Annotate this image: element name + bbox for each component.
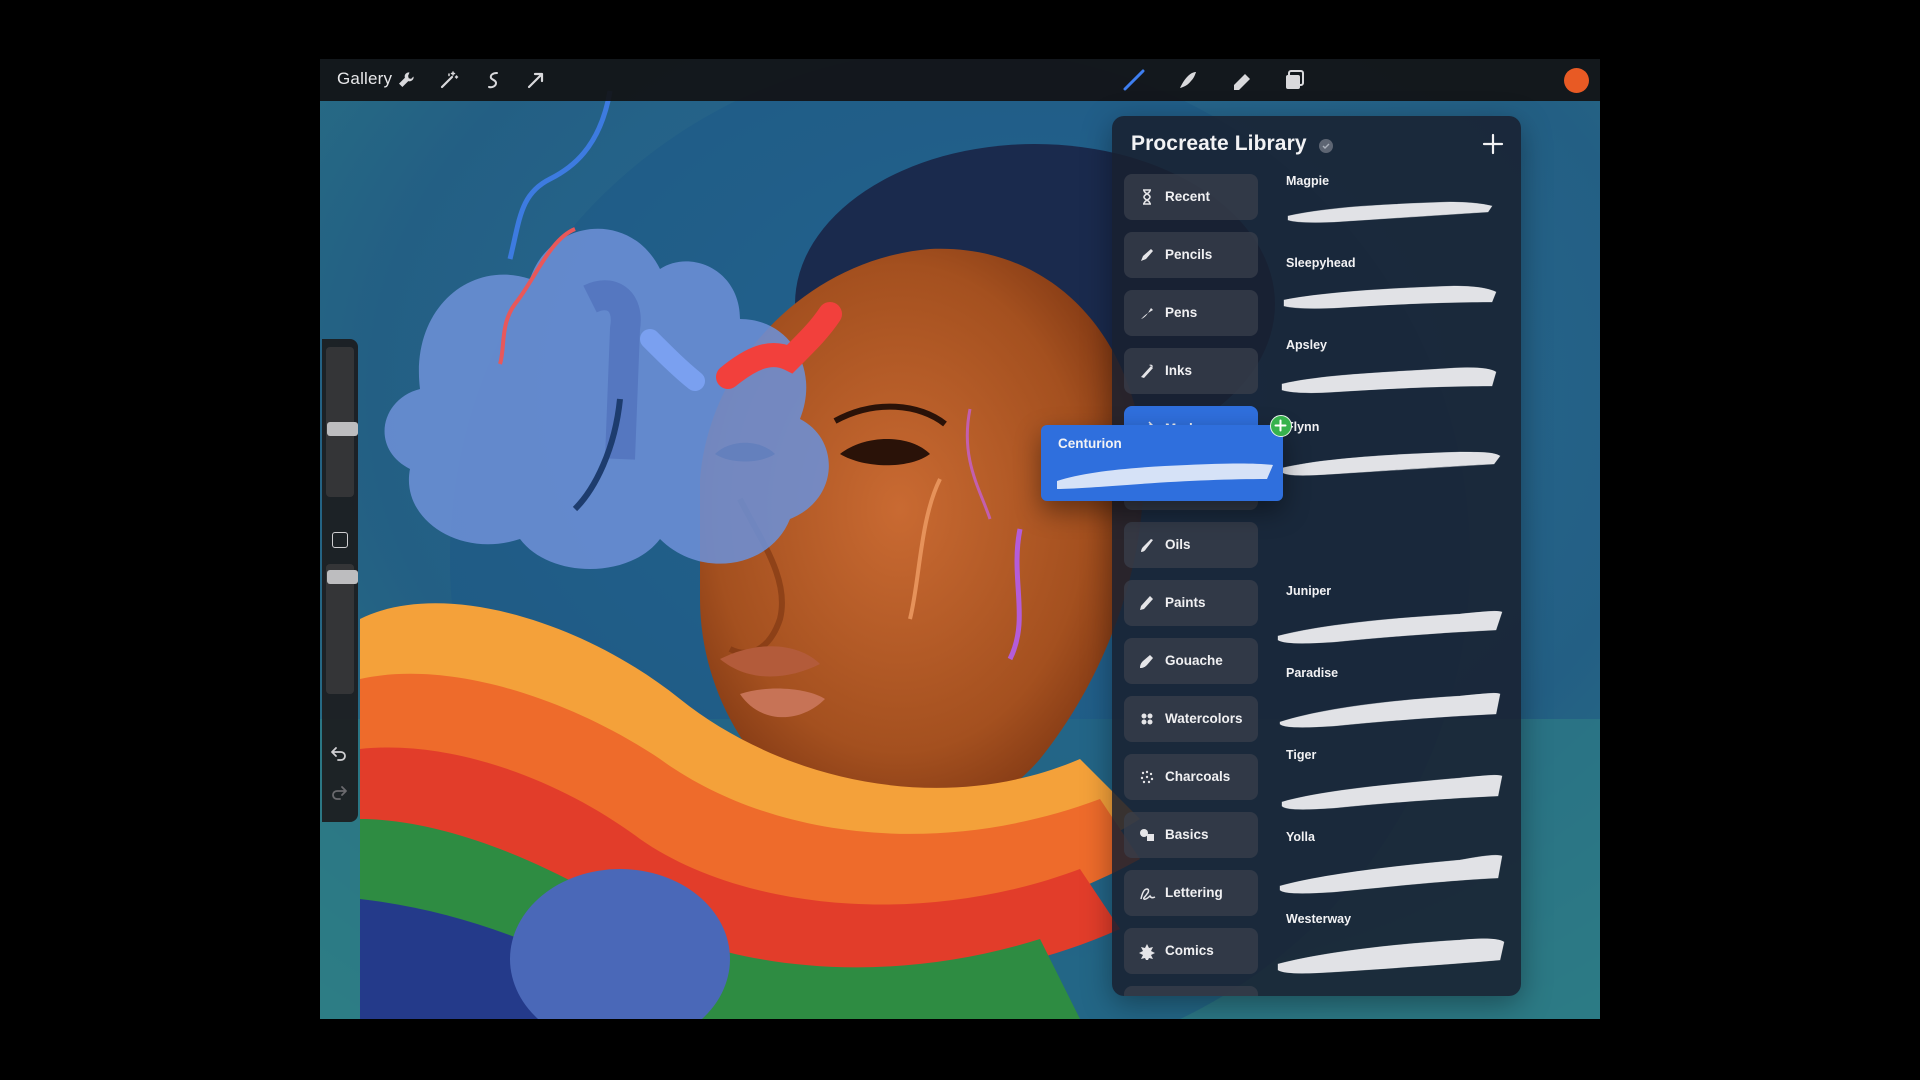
redo-icon[interactable] <box>329 782 349 802</box>
gouache-brush-icon <box>1138 652 1156 670</box>
check-badge-icon <box>1319 139 1333 153</box>
category-gouache[interactable]: Gouache <box>1124 638 1258 684</box>
gallery-button[interactable]: Gallery <box>337 69 392 89</box>
paint-brush-icon <box>1138 594 1156 612</box>
brush-drop-slot[interactable] <box>1274 502 1510 580</box>
comics-icon <box>1138 942 1156 960</box>
brush-juniper[interactable]: Juniper <box>1274 584 1510 662</box>
drop-plus-icon <box>1270 415 1292 437</box>
brush-stroke-preview <box>1277 938 1505 974</box>
category-label: Lettering <box>1165 885 1223 900</box>
modify-square-icon[interactable] <box>332 532 348 548</box>
left-sidebar <box>322 339 358 822</box>
category-label: Basics <box>1165 827 1209 842</box>
procreate-app: Gallery Procreate Library Recent Pencils… <box>320 59 1600 1019</box>
category-lettering[interactable]: Lettering <box>1124 870 1258 916</box>
wrench-icon[interactable] <box>394 68 418 92</box>
brush-size-slider[interactable] <box>326 347 358 497</box>
panel-title: Procreate Library <box>1131 132 1307 155</box>
basics-icon <box>1138 826 1156 844</box>
category-comics[interactable]: Comics <box>1124 928 1258 974</box>
category-paints[interactable]: Paints <box>1124 580 1258 626</box>
category-label: Watercolors <box>1165 711 1243 726</box>
layers-icon[interactable] <box>1283 68 1307 92</box>
brush-stroke-preview <box>1281 367 1497 394</box>
pencil-icon <box>1138 246 1156 264</box>
category-label: Oils <box>1165 537 1191 552</box>
category-label: Comics <box>1165 943 1214 958</box>
brush-westerway[interactable]: Westerway <box>1274 912 1510 990</box>
category-label: Gouache <box>1165 653 1223 668</box>
brush-tiger[interactable]: Tiger <box>1274 748 1510 826</box>
category-label: Pencils <box>1165 247 1213 262</box>
brush-stroke-preview <box>1279 854 1503 894</box>
brush-stroke-preview <box>1277 610 1503 644</box>
category-watercolors[interactable]: Watercolors <box>1124 696 1258 742</box>
oil-brush-icon <box>1138 536 1156 554</box>
category-oils[interactable]: Oils <box>1124 522 1258 568</box>
category-inks[interactable]: Inks <box>1124 348 1258 394</box>
magic-wand-icon[interactable] <box>437 68 461 92</box>
add-brush-set-button[interactable] <box>1481 132 1505 156</box>
brush-stroke-preview <box>1283 285 1497 309</box>
brush-icon[interactable] <box>1122 68 1146 92</box>
top-toolbar: Gallery <box>320 59 1600 101</box>
brush-stroke-preview <box>1287 201 1493 223</box>
dragged-brush-stroke <box>1057 463 1273 489</box>
brush-size-thumb[interactable] <box>327 422 358 436</box>
category-label: Charcoals <box>1165 769 1231 784</box>
transform-arrow-icon[interactable] <box>524 68 548 92</box>
charcoal-icon <box>1138 768 1156 786</box>
category-partial[interactable] <box>1124 986 1258 996</box>
category-pencils[interactable]: Pencils <box>1124 232 1258 278</box>
brush-stroke-preview <box>1281 451 1501 476</box>
smudge-icon[interactable] <box>1176 68 1200 92</box>
category-label: Recent <box>1165 189 1211 204</box>
lettering-icon <box>1138 884 1156 902</box>
eraser-icon[interactable] <box>1230 68 1254 92</box>
brush-paradise[interactable]: Paradise <box>1274 666 1510 744</box>
category-basics[interactable]: Basics <box>1124 812 1258 858</box>
category-label: Paints <box>1165 595 1206 610</box>
brush-apsley[interactable]: Apsley <box>1274 338 1510 416</box>
category-recent[interactable]: Recent <box>1124 174 1258 220</box>
category-pens[interactable]: Pens <box>1124 290 1258 336</box>
ink-icon <box>1138 362 1156 380</box>
color-picker-swatch[interactable] <box>1564 68 1589 93</box>
pen-icon <box>1138 304 1156 322</box>
brush-library-panel: Procreate Library Recent Pencils Pens Inks M… <box>1112 116 1521 996</box>
brush-stroke-preview <box>1279 692 1501 728</box>
hourglass-icon <box>1138 188 1156 206</box>
brush-flynn[interactable]: Flynn <box>1274 420 1510 498</box>
category-label: Pens <box>1165 305 1198 320</box>
brush-sleepyhead[interactable]: Sleepyhead <box>1274 256 1510 334</box>
undo-icon[interactable] <box>329 743 349 763</box>
brush-magpie[interactable]: Magpie <box>1274 174 1510 252</box>
opacity-slider[interactable] <box>326 564 358 694</box>
brush-stroke-preview <box>1281 774 1503 810</box>
opacity-thumb[interactable] <box>327 570 358 584</box>
dragged-brush-card[interactable]: Centurion <box>1041 425 1283 501</box>
category-label: Inks <box>1165 363 1193 378</box>
watercolor-icon <box>1138 710 1156 728</box>
category-charcoals[interactable]: Charcoals <box>1124 754 1258 800</box>
selection-icon[interactable] <box>481 68 505 92</box>
brush-yolla[interactable]: Yolla <box>1274 830 1510 908</box>
